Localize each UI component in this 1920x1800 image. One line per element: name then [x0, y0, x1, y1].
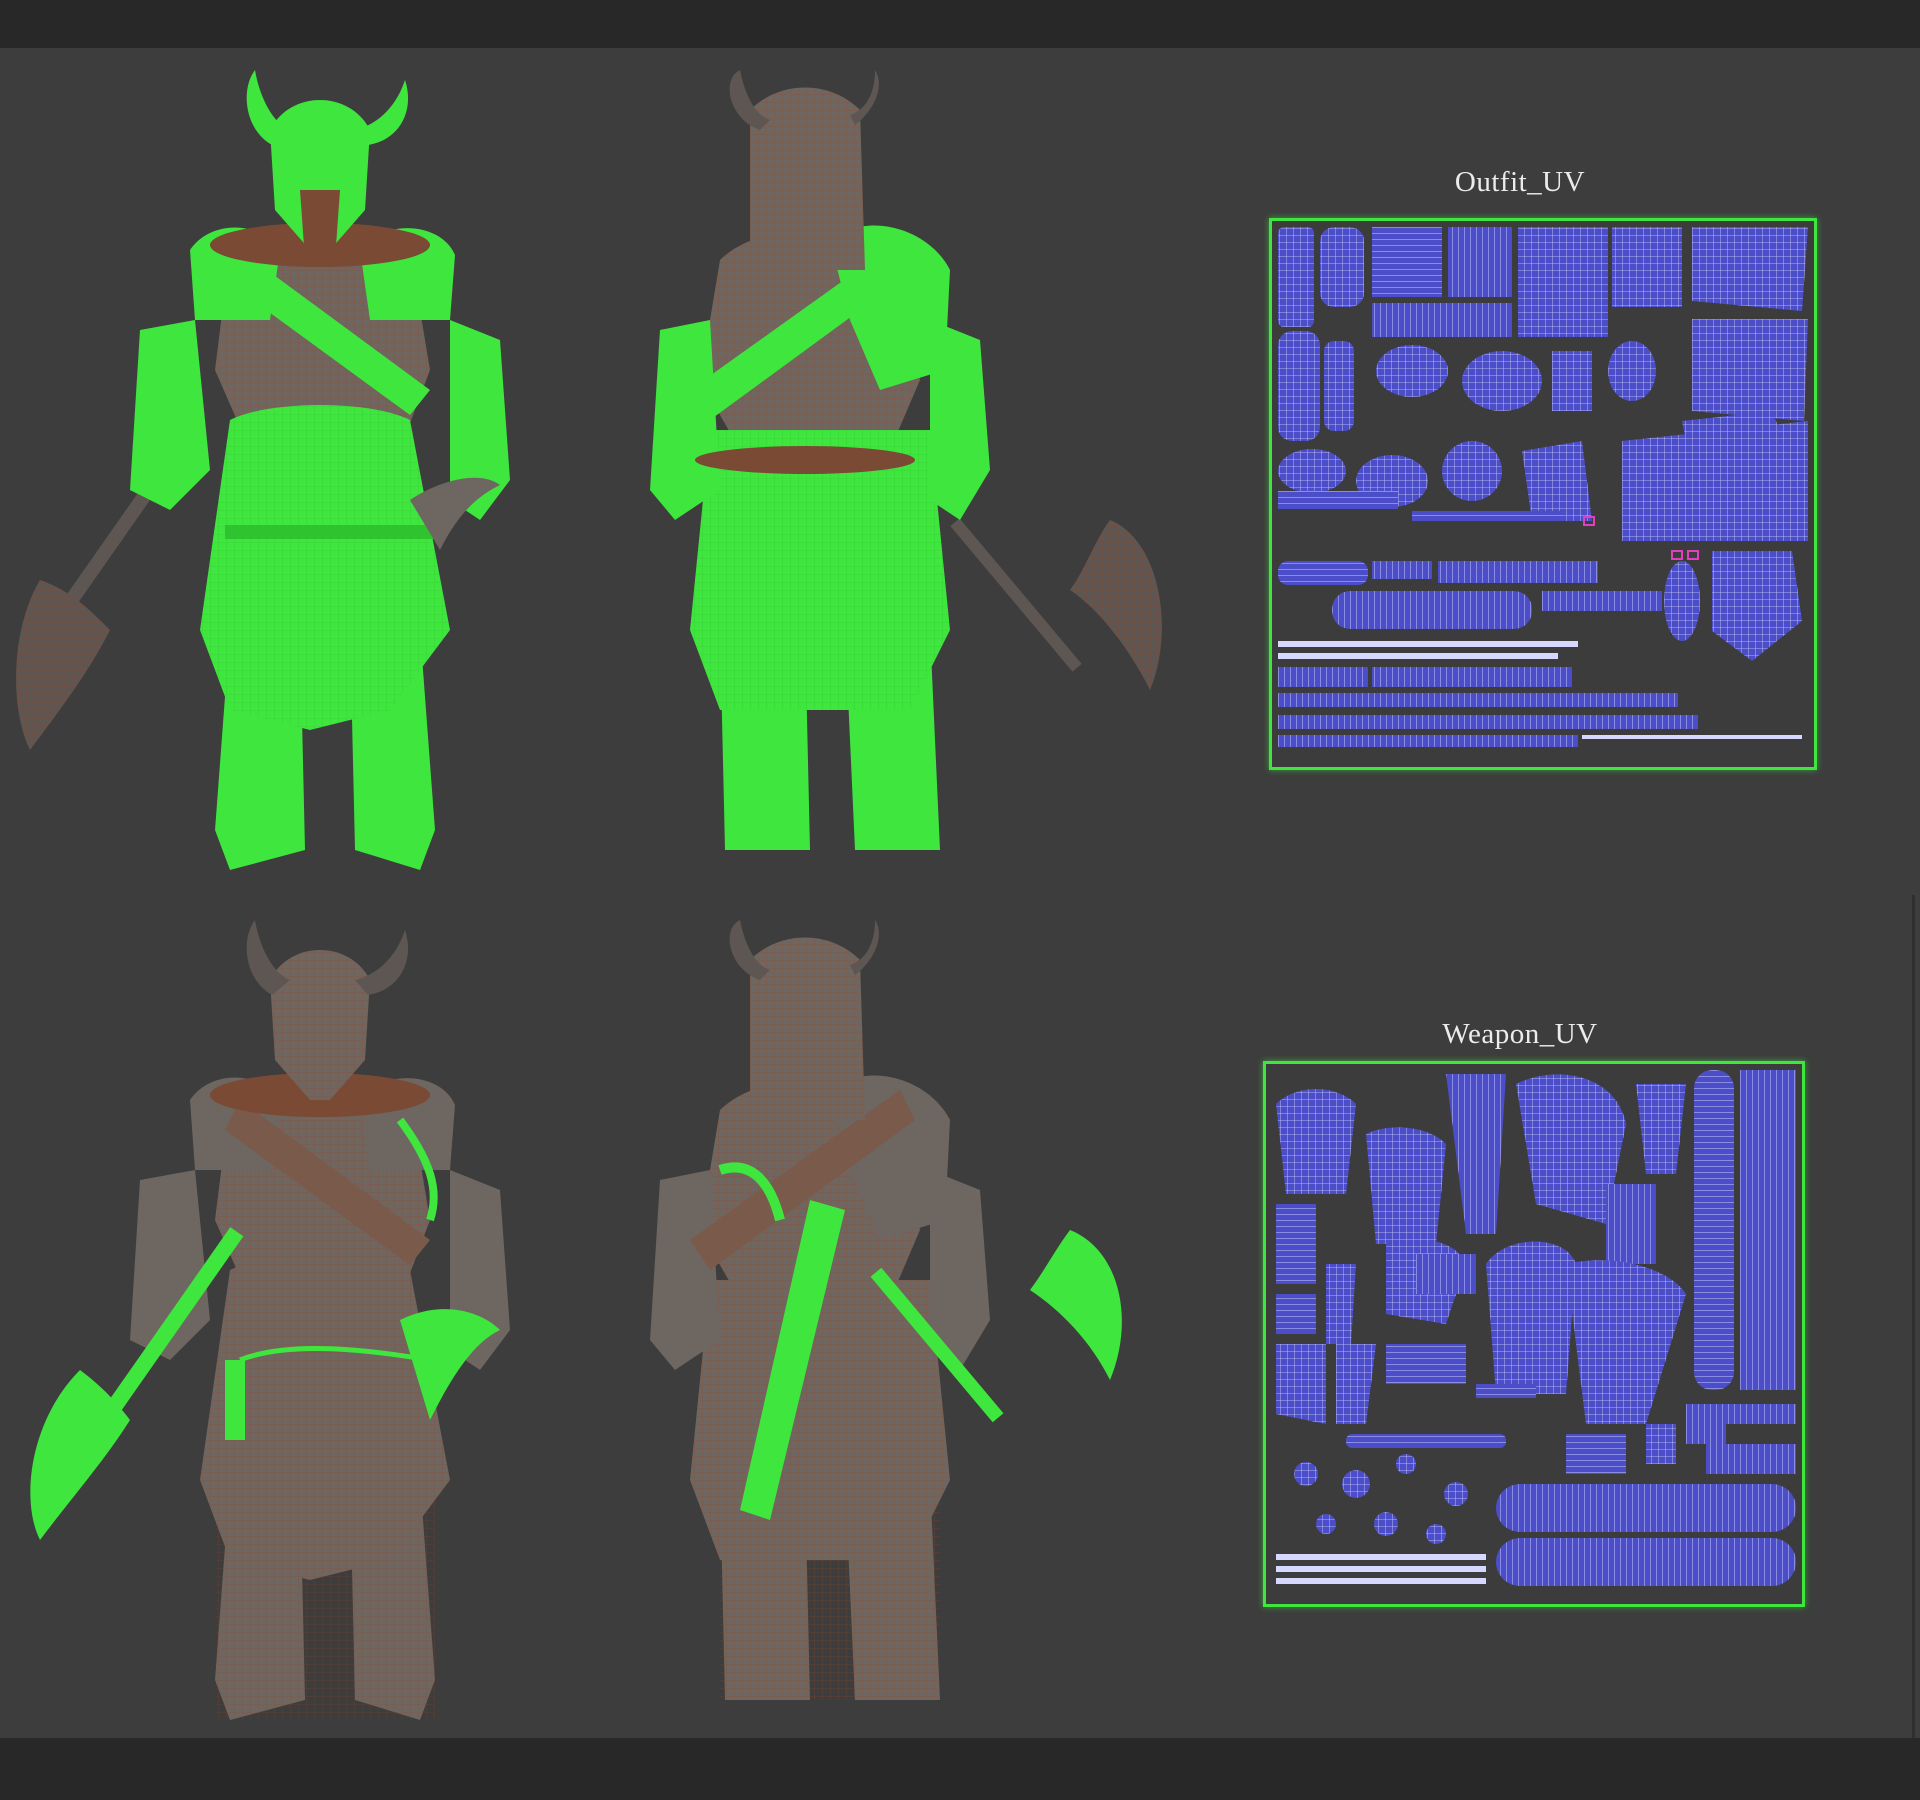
- bottom-letterbox-band: [0, 1738, 1920, 1800]
- right-edge-strip: [1912, 895, 1915, 1738]
- top-letterbox-band: [0, 0, 1920, 48]
- character-front-weapon-highlight: [10, 920, 610, 1740]
- character-front-outfit-highlight: [10, 70, 610, 910]
- outfit-uv-panel: [1269, 218, 1817, 770]
- character-back-weapon-highlight: [630, 920, 1190, 1720]
- axe-gray-back: [950, 518, 1162, 690]
- outfit-uv-title: Outfit_UV: [1454, 166, 1586, 198]
- character-back-outfit-highlight: [630, 70, 1190, 890]
- weapon-uv-title: Weapon_UV: [1442, 1018, 1598, 1050]
- weapon-uv-panel: [1263, 1061, 1805, 1607]
